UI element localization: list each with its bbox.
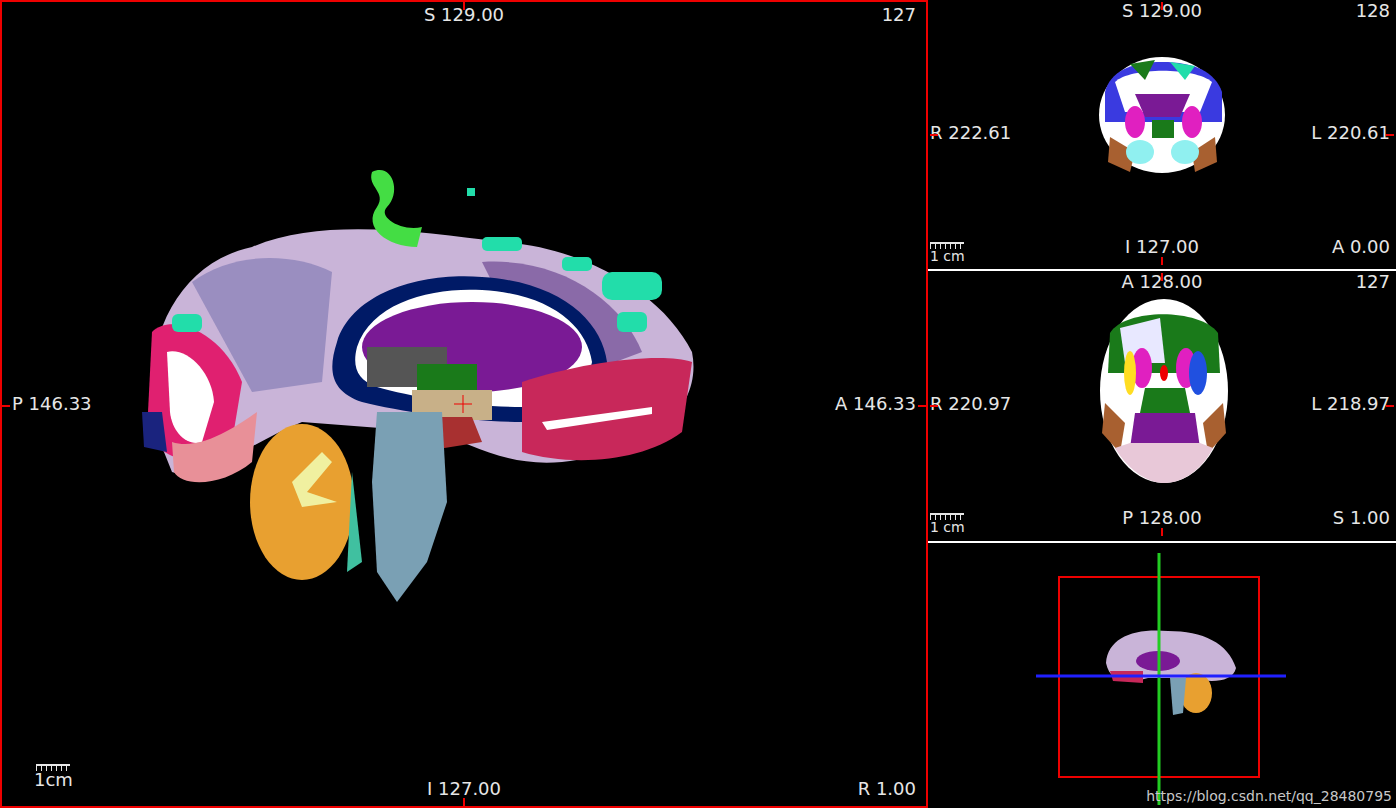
cursor-tick-icon [1386,405,1394,407]
coronal-view[interactable]: S 129.00128R 222.61L 220.61I 127.00A 0.0… [928,0,1396,269]
left-orientation-label: R 220.97 [930,393,1011,415]
scale-label: 1 cm [930,249,965,263]
zoom-label: R 1.00 [858,778,916,800]
cursor-tick-icon [1161,2,1163,10]
navigator-view[interactable]: https://blog.csdn.net/qq_28480795 [928,543,1396,808]
slice-number-label: 128 [1356,0,1390,22]
cursor-tick-icon [918,405,926,407]
slice-number-label: 127 [882,4,916,26]
cursor-tick-icon [930,405,938,407]
bottom-orientation-label: I 127.00 [1125,236,1199,258]
cursor-tick-icon [930,134,938,136]
cursor-tick-icon [1386,134,1394,136]
scale-bar: 1 cm [930,513,965,534]
right-orientation-label: L 220.61 [1311,122,1390,144]
axial-view[interactable]: A 128.00127R 220.97L 218.97P 128.00S 1.0… [928,271,1396,540]
sagittal-segmentation-image [2,2,926,806]
ruler-icon [930,513,964,520]
cursor-tick-icon [1161,528,1163,536]
bottom-orientation-label: I 127.00 [427,778,501,800]
right-orientation-label: L 218.97 [1311,393,1390,415]
scale-label: 1 cm [930,520,965,534]
zoom-label: A 0.00 [1332,236,1390,258]
scale-label: 1cm [34,771,73,789]
navigator-thumbnail [928,543,1396,808]
left-orientation-label: R 222.61 [930,122,1011,144]
slice-number-label: 127 [1356,271,1390,293]
sagittal-view[interactable]: S 129.00127P 146.33A 146.33I 127.00R 1.0… [0,0,928,808]
bottom-orientation-label: P 128.00 [1122,507,1202,529]
cursor-tick-icon [463,798,465,806]
left-orientation-label: P 146.33 [12,393,92,415]
ruler-icon [930,242,964,249]
right-orientation-label: A 146.33 [835,393,916,415]
cursor-tick-icon [1161,273,1163,281]
watermark: https://blog.csdn.net/qq_28480795 [1146,788,1392,804]
ruler-icon [36,764,70,771]
scale-bar: 1 cm [930,242,965,263]
cursor-tick-icon [1161,257,1163,265]
zoom-label: S 1.00 [1333,507,1390,529]
scale-bar: 1cm [34,764,73,789]
cursor-tick-icon [2,405,10,407]
cursor-tick-icon [463,2,465,10]
